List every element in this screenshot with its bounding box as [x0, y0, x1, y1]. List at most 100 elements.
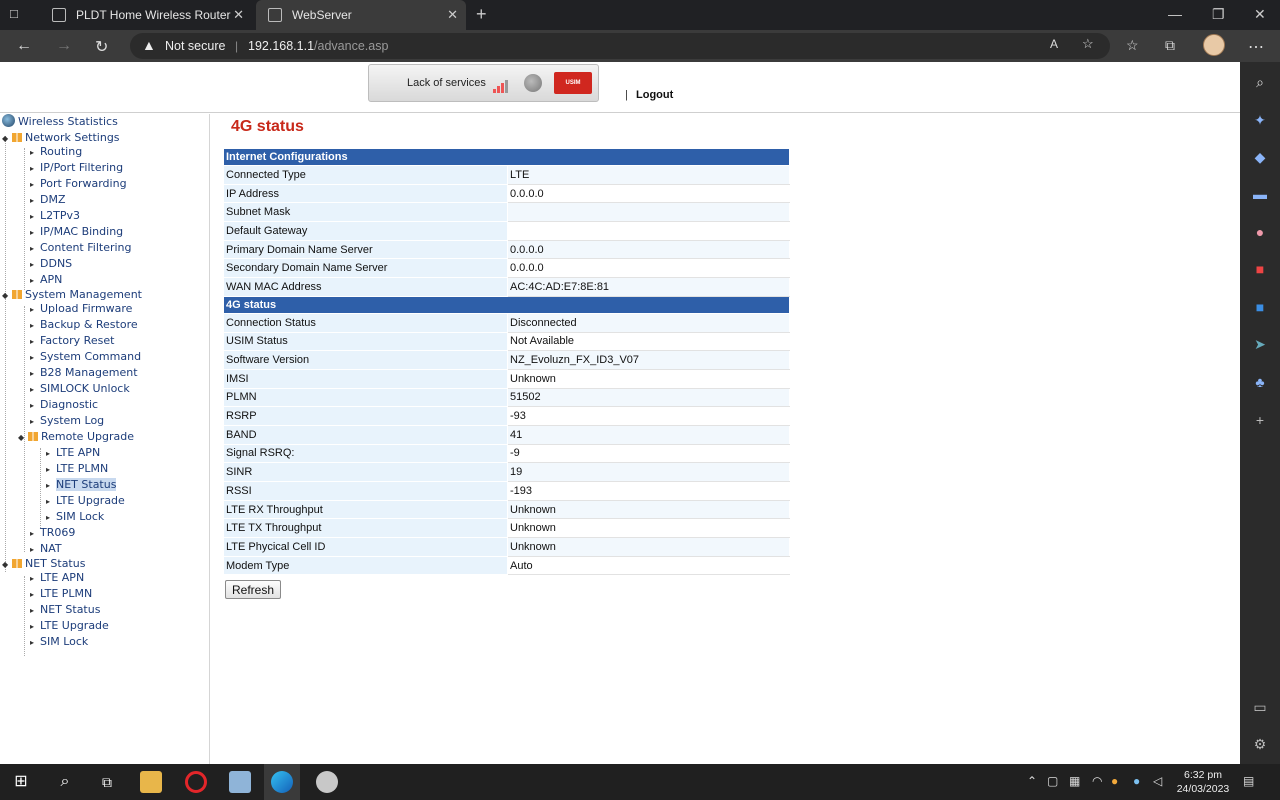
address-bar[interactable]: ▲ Not secure | 192.168.1.1/advance.asp A… [130, 33, 1110, 59]
system-clock[interactable]: 6:32 pm 24/03/2023 [1175, 768, 1231, 796]
new-tab-icon[interactable]: + [476, 4, 487, 25]
warning-icon[interactable]: ▲ [142, 37, 156, 53]
collapse-icon[interactable]: ◆ [2, 131, 10, 147]
tree-item-ddns[interactable]: ▸ DDNS [30, 256, 72, 272]
tree-item-remote-sim-lock[interactable]: ▸ SIM Lock [46, 509, 104, 525]
forward-icon[interactable]: → [56, 37, 72, 55]
minimize-icon[interactable]: — [1168, 6, 1182, 22]
tab-webserver[interactable]: WebServer ✕ [256, 0, 466, 30]
edge-icon[interactable] [271, 771, 293, 793]
tree-icon[interactable]: ♣ [1250, 372, 1270, 392]
network-app-icon[interactable] [229, 771, 251, 793]
arrow-icon: ▸ [30, 574, 35, 583]
tree-item-remote-net-status[interactable]: ▸ NET Status [46, 477, 117, 493]
tree-item-diagnostic[interactable]: ▸ Diagnostic [30, 397, 98, 413]
back-icon[interactable]: ← [16, 37, 32, 55]
shopping-tag-icon[interactable]: ◆ [1250, 147, 1270, 167]
logout-link[interactable]: Logout [636, 89, 673, 101]
arrow-icon: ▸ [30, 321, 35, 330]
url-text[interactable]: 192.168.1.1/advance.asp [248, 39, 388, 53]
tree-folder-remote-upgrade[interactable]: ◆ Remote Upgrade [18, 429, 134, 445]
tree-item-dmz[interactable]: ▸ DMZ [30, 192, 66, 208]
field-value: -193 [507, 481, 790, 501]
more-menu-icon[interactable]: ⋯ [1248, 37, 1264, 57]
tree-item-remote-lte-plmn[interactable]: ▸ LTE PLMN [46, 461, 108, 477]
profile-avatar[interactable] [1203, 34, 1225, 56]
office-icon[interactable]: ■ [1250, 259, 1270, 279]
close-window-icon[interactable]: ✕ [1254, 6, 1266, 23]
tray-app-icon[interactable]: ▢ [1047, 774, 1058, 788]
tray-globe-icon[interactable]: ● [1133, 774, 1140, 788]
tree-item-remote-lte-apn[interactable]: ▸ LTE APN [46, 445, 100, 461]
tree-item-factory-reset[interactable]: ▸ Factory Reset [30, 333, 114, 349]
tree-item-lte-plmn[interactable]: ▸ LTE PLMN [30, 586, 92, 602]
tree-item-lte-upgrade[interactable]: ▸ LTE Upgrade [30, 618, 109, 634]
windows-start-icon[interactable]: ⊞ [10, 771, 32, 793]
tree-label: Upload Firmware [40, 302, 133, 315]
tree-item-simlock-unlock[interactable]: ▸ SIMLOCK Unlock [30, 381, 130, 397]
tree-item-routing[interactable]: ▸ Routing [30, 144, 82, 160]
tree-item-backup-restore[interactable]: ▸ Backup & Restore [30, 317, 138, 333]
tree-item-net-status[interactable]: ▸ NET Status [30, 602, 100, 618]
tree-item-ip-port-filtering[interactable]: ▸ IP/Port Filtering [30, 160, 123, 176]
search-icon[interactable]: ⌕ [54, 771, 76, 793]
tree-item-l2tpv3[interactable]: ▸ L2TPv3 [30, 208, 80, 224]
close-tab-icon[interactable]: ✕ [447, 7, 458, 23]
keyboard-icon[interactable]: ▦ [1069, 774, 1080, 788]
search-icon[interactable]: ⌕ [1250, 72, 1270, 92]
games-icon[interactable]: ● [1250, 222, 1270, 242]
settings-app-icon[interactable] [316, 771, 338, 793]
tree-item-upload-firmware[interactable]: ▸ Upload Firmware [30, 301, 132, 317]
task-view-icon[interactable]: ⧉ [96, 771, 118, 793]
opera-icon[interactable] [185, 771, 207, 793]
collapse-icon[interactable]: ◆ [18, 430, 26, 446]
tab-actions-icon[interactable]: □ [10, 6, 32, 24]
collections-icon[interactable]: ⧉ [1165, 37, 1175, 54]
restore-icon[interactable]: ❐ [1212, 6, 1225, 23]
tree-root-wireless-statistics[interactable]: Wireless Statistics [2, 114, 118, 130]
sidebar-toggle-icon[interactable]: ▭ [1250, 697, 1270, 717]
tab-pldt-home[interactable]: PLDT Home Wireless Router ✕ [40, 0, 252, 30]
file-explorer-icon[interactable] [140, 771, 162, 793]
add-icon[interactable]: + [1250, 410, 1270, 430]
tree-item-content-filtering[interactable]: ▸ Content Filtering [30, 240, 132, 256]
send-icon[interactable]: ➤ [1250, 334, 1270, 354]
collapse-icon[interactable]: ◆ [2, 288, 10, 304]
show-hidden-icons-icon[interactable]: ⌃ [1027, 774, 1037, 788]
tree-item-apn[interactable]: ▸ APN [30, 272, 62, 288]
close-tab-icon[interactable]: ✕ [233, 7, 244, 23]
tree-item-port-forwarding[interactable]: ▸ Port Forwarding [30, 176, 127, 192]
notifications-icon[interactable]: ▤ [1243, 774, 1254, 788]
tree-item-tr069[interactable]: ▸ TR069 [30, 525, 75, 541]
tree-item-ip-mac-binding[interactable]: ▸ IP/MAC Binding [30, 224, 123, 240]
tree-item-nat[interactable]: ▸ NAT [30, 541, 62, 557]
tree-item-b28-management[interactable]: ▸ B28 Management [30, 365, 138, 381]
page-title: 4G status [231, 118, 304, 135]
shopping-basket-icon[interactable]: ▬ [1250, 184, 1270, 204]
wifi-icon[interactable]: ◠ [1092, 774, 1102, 788]
field-label: WAN MAC Address [223, 277, 508, 297]
read-aloud-icon[interactable]: A [1050, 37, 1058, 51]
collapse-icon[interactable]: ◆ [2, 557, 10, 573]
favorites-icon[interactable]: ☆ [1126, 37, 1139, 54]
tree-item-system-command[interactable]: ▸ System Command [30, 349, 141, 365]
logout-separator: | [625, 89, 628, 101]
tree-item-lte-apn[interactable]: ▸ LTE APN [30, 570, 84, 586]
field-value [507, 202, 790, 223]
favorite-star-icon[interactable]: ☆ [1082, 36, 1094, 52]
tray-orange-icon[interactable]: ● [1111, 774, 1118, 788]
security-label[interactable]: Not secure [165, 39, 225, 53]
discover-icon[interactable]: ✦ [1250, 110, 1270, 130]
page-icon [268, 8, 282, 22]
refresh-button[interactable]: Refresh [225, 580, 281, 599]
volume-icon[interactable]: ◁ [1153, 774, 1162, 788]
arrow-icon: ▸ [30, 606, 35, 615]
windows-taskbar: ⊞ ⌕ ⧉ ⌃ ▢ ▦ ◠ ● ● ◁ 6:32 pm 24/03/2023 ▤ [0, 764, 1280, 800]
tree-item-sim-lock[interactable]: ▸ SIM Lock [30, 634, 88, 650]
outlook-icon[interactable]: ■ [1250, 297, 1270, 317]
tree-item-system-log[interactable]: ▸ System Log [30, 413, 104, 429]
tree-item-remote-lte-upgrade[interactable]: ▸ LTE Upgrade [46, 493, 125, 509]
router-header: Lack of services USIM | Logout [0, 62, 1240, 113]
settings-gear-icon[interactable]: ⚙ [1250, 734, 1270, 754]
refresh-icon[interactable]: ↻ [95, 37, 108, 57]
